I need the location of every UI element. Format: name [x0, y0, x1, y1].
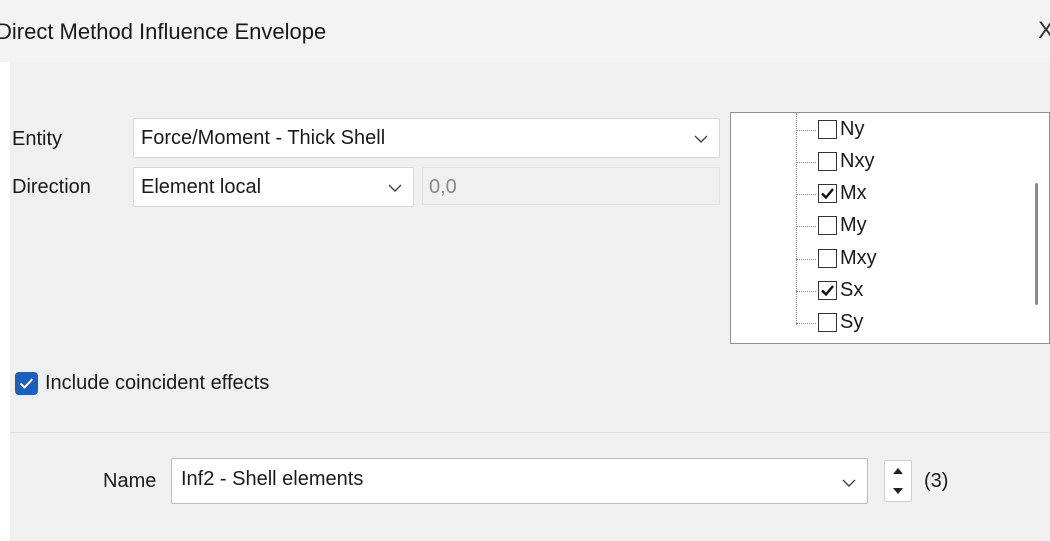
checkbox[interactable]	[818, 152, 837, 171]
tree-item-nxy[interactable]: Nxy	[796, 146, 996, 178]
arrow-down-icon	[893, 488, 903, 494]
tree-item-label: Mxy	[840, 247, 877, 269]
chevron-down-icon	[388, 184, 402, 192]
angle-value: 0,0	[429, 176, 457, 198]
tree-item-sx[interactable]: Sx	[796, 275, 996, 307]
direction-value: Element local	[141, 176, 262, 198]
window-title: Direct Method Influence Envelope	[0, 19, 327, 44]
direction-dropdown[interactable]: Element local	[133, 167, 414, 207]
tree-item-label: My	[840, 214, 867, 236]
dialog-window: Direct Method Influence Envelope X Entit…	[0, 0, 1050, 541]
include-coincident-label: Include coincident effects	[45, 372, 270, 394]
tree-item-ny[interactable]: Ny	[796, 114, 996, 146]
chevron-down-icon	[694, 135, 708, 143]
entity-dropdown[interactable]: Force/Moment - Thick Shell	[133, 118, 720, 158]
name-count: (3)	[924, 470, 949, 492]
tree-item-my[interactable]: My	[796, 210, 996, 242]
name-label: Name	[103, 470, 157, 492]
tree-item-mxy[interactable]: Mxy	[796, 243, 996, 275]
checkmark-icon	[19, 378, 34, 389]
spin-down-button[interactable]	[885, 481, 911, 501]
arrow-up-icon	[893, 468, 903, 474]
direction-label: Direction	[12, 176, 91, 198]
checkbox[interactable]	[818, 313, 837, 332]
name-value: Inf2 - Shell elements	[181, 468, 364, 490]
tree-item-label: Nxy	[840, 150, 875, 172]
checkbox[interactable]	[818, 249, 837, 268]
component-tree[interactable]: Ny Nxy Mx My Mxy Sx Sy	[730, 112, 1050, 344]
scrollbar-thumb[interactable]	[1035, 183, 1038, 305]
chevron-down-icon	[842, 479, 856, 487]
checkbox[interactable]	[818, 120, 837, 139]
tree-item-label: Mx	[840, 182, 867, 204]
tree-item-label: Sy	[840, 311, 864, 333]
close-icon[interactable]: X	[1038, 17, 1050, 45]
include-coincident-checkbox[interactable]	[15, 372, 38, 395]
entity-label: Entity	[12, 128, 63, 150]
entity-value: Force/Moment - Thick Shell	[141, 127, 386, 149]
spin-up-button[interactable]	[885, 461, 911, 481]
checkbox[interactable]	[818, 216, 837, 235]
checkmark-icon	[821, 285, 834, 297]
angle-field[interactable]: 0,0	[422, 167, 720, 205]
tree-item-label: Ny	[840, 118, 865, 140]
name-dropdown[interactable]: Inf2 - Shell elements	[171, 458, 868, 504]
name-spinner[interactable]	[884, 460, 912, 502]
checkbox-checked[interactable]	[818, 281, 837, 300]
title-bar: Direct Method Influence Envelope X	[0, 0, 1050, 62]
tree-item-mx[interactable]: Mx	[796, 178, 996, 210]
checkbox-checked[interactable]	[818, 184, 837, 203]
tree-item-label: Sx	[840, 279, 864, 301]
checkmark-icon	[821, 188, 834, 200]
tree-item-sy[interactable]: Sy	[796, 307, 996, 339]
